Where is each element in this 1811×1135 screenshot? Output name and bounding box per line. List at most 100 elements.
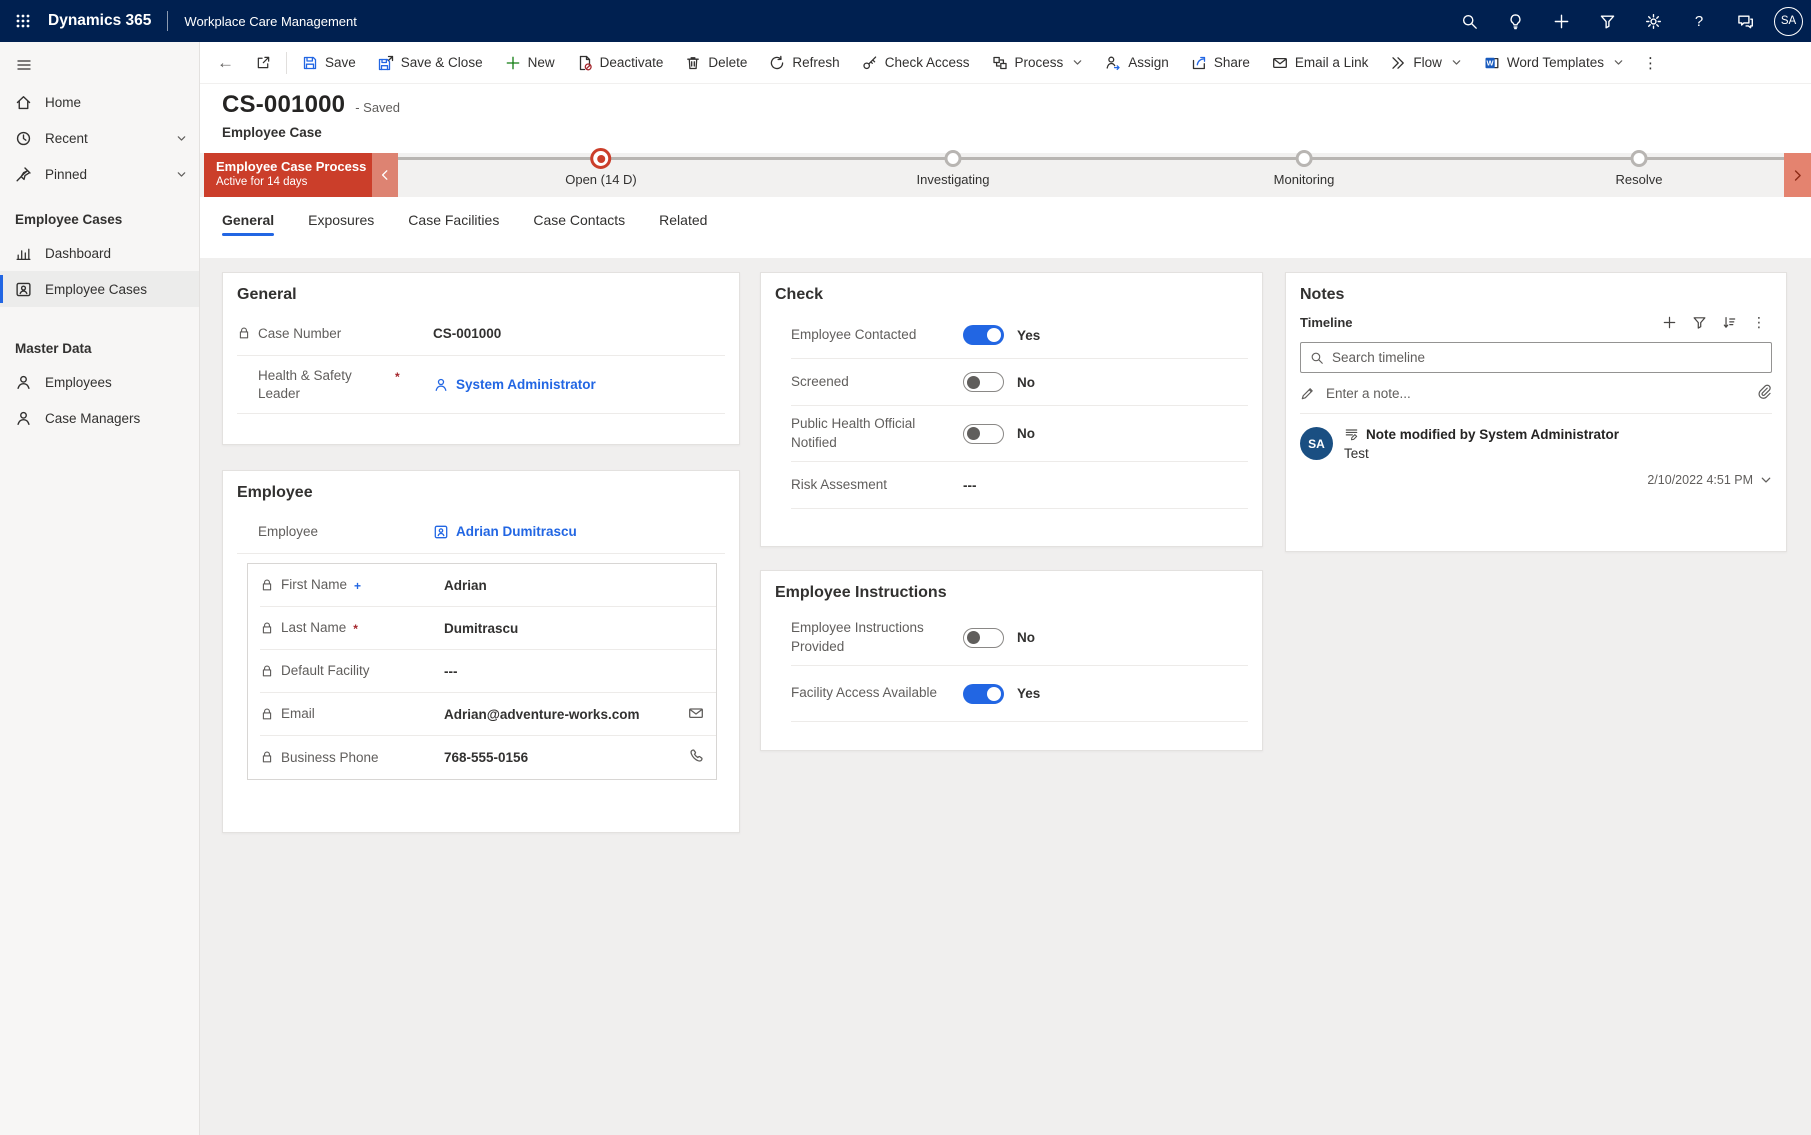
ellipsis-vertical-icon: ⋮ <box>1643 54 1658 72</box>
timeline-note-item[interactable]: SA Note modified by System Administrator… <box>1286 414 1786 487</box>
note-timestamp: 2/10/2022 4:51 PM <box>1647 473 1753 487</box>
back-button[interactable]: ← <box>206 46 245 80</box>
sidebar-item-case-managers[interactable]: Case Managers <box>0 400 199 436</box>
process-name: Employee Case Process <box>216 159 372 174</box>
instructions-provided-toggle[interactable] <box>963 628 1004 648</box>
timeline-add-button[interactable] <box>1656 310 1682 334</box>
app-launcher-button[interactable] <box>0 0 46 42</box>
business-process-flow: Employee Case Process Active for 14 days… <box>200 153 1811 197</box>
email-link-button[interactable]: Email a Link <box>1261 46 1380 80</box>
section-title: Notes <box>1286 273 1786 308</box>
arrow-left-icon: ← <box>217 54 234 71</box>
section-title: General <box>223 273 739 312</box>
call-phone-button[interactable] <box>688 748 704 767</box>
quick-create-button[interactable] <box>1538 0 1584 42</box>
note-body-text: Test <box>1344 446 1772 461</box>
topbar-divider <box>167 11 168 31</box>
employee-lookup[interactable]: Adrian Dumitrascu <box>433 524 577 540</box>
chevron-down-icon <box>1072 57 1083 68</box>
hs-leader-lookup[interactable]: System Administrator <box>433 377 596 393</box>
sidebar-item-employees[interactable]: Employees <box>0 364 199 400</box>
word-templates-button[interactable]: W Word Templates <box>1473 46 1635 80</box>
insights-button[interactable] <box>1492 0 1538 42</box>
stage-open[interactable]: Open (14 D) <box>565 148 637 187</box>
contact-card-icon <box>15 281 32 298</box>
section-title: Employee <box>223 471 739 510</box>
sitemap-toggle-button[interactable] <box>0 46 48 84</box>
app-name[interactable]: Workplace Care Management <box>184 14 356 29</box>
sidebar-item-recent[interactable]: Recent <box>0 120 199 156</box>
note-author-avatar: SA <box>1300 427 1333 460</box>
sidebar-item-dashboard[interactable]: Dashboard <box>0 235 199 271</box>
chevron-down-icon <box>176 133 187 144</box>
active-stage-flyout-button[interactable]: Employee Case Process Active for 14 days <box>204 153 398 197</box>
filter-button[interactable] <box>1584 0 1630 42</box>
process-scroll-right-button[interactable] <box>1784 153 1811 197</box>
stage-monitoring[interactable]: Monitoring <box>1274 150 1335 187</box>
tab-related[interactable]: Related <box>659 211 707 238</box>
settings-button[interactable] <box>1630 0 1676 42</box>
search-icon <box>1461 13 1478 30</box>
brand-title[interactable]: Dynamics 365 <box>48 12 151 30</box>
field-default-facility: Default Facility --- <box>260 650 716 693</box>
stage-investigating[interactable]: Investigating <box>917 150 990 187</box>
recommended-marker: + <box>354 579 361 595</box>
search-button[interactable] <box>1446 0 1492 42</box>
filter-icon <box>1692 315 1707 330</box>
note-entry[interactable]: Enter a note... <box>1300 373 1772 414</box>
field-employee-contacted: Employee Contacted Yes <box>791 312 1248 359</box>
account-avatar[interactable]: SA <box>1774 7 1803 36</box>
share-button[interactable]: Share <box>1180 46 1261 80</box>
feedback-button[interactable] <box>1722 0 1768 42</box>
attach-file-button[interactable] <box>1757 384 1772 402</box>
facility-access-toggle[interactable] <box>963 684 1004 704</box>
sidebar-item-pinned[interactable]: Pinned <box>0 156 199 192</box>
delete-button[interactable]: Delete <box>674 46 758 80</box>
new-button[interactable]: New <box>494 46 566 80</box>
sidebar-group-master-data: Master Data <box>0 321 199 364</box>
screened-toggle[interactable] <box>963 372 1004 392</box>
employee-contacted-toggle[interactable] <box>963 325 1004 345</box>
pho-notified-toggle[interactable] <box>963 424 1004 444</box>
word-doc-icon: W <box>1484 55 1500 71</box>
process-button[interactable]: Process <box>981 46 1095 80</box>
chevron-left-icon[interactable] <box>372 153 398 197</box>
refresh-button[interactable]: Refresh <box>758 46 850 80</box>
field-case-number: Case Number CS-001000 <box>237 312 725 356</box>
sidebar-item-employee-cases[interactable]: Employee Cases <box>0 271 199 307</box>
key-icon <box>862 55 878 71</box>
tab-exposures[interactable]: Exposures <box>308 211 374 238</box>
tab-case-facilities[interactable]: Case Facilities <box>408 211 499 238</box>
check-access-button[interactable]: Check Access <box>851 46 981 80</box>
send-email-button[interactable] <box>688 705 704 724</box>
field-employee: Employee Adrian Dumitrascu <box>237 510 725 554</box>
section-title: Employee Instructions <box>761 571 1262 610</box>
flow-button[interactable]: Flow <box>1379 46 1473 80</box>
sidebar-item-home[interactable]: Home <box>0 84 199 120</box>
timeline-more-button[interactable]: ⋮ <box>1746 310 1772 334</box>
lock-icon <box>260 621 274 635</box>
tab-general[interactable]: General <box>222 211 274 238</box>
record-header: CS-001000 - Saved Employee Case <box>200 84 1811 140</box>
help-button[interactable]: ? <box>1676 0 1722 42</box>
tab-case-contacts[interactable]: Case Contacts <box>533 211 625 238</box>
save-button[interactable]: Save <box>291 46 367 80</box>
assign-button[interactable]: Assign <box>1094 46 1180 80</box>
field-email: Email Adrian@adventure-works.com <box>260 693 716 736</box>
stage-dot <box>945 150 962 167</box>
hamburger-icon <box>16 57 32 73</box>
note-title-text: Note modified by System Administrator <box>1366 427 1619 442</box>
overflow-menu-button[interactable]: ⋮ <box>1635 46 1666 80</box>
site-map-sidebar: Home Recent Pinned Employee Cases <box>0 42 200 1135</box>
timeline-sort-button[interactable] <box>1716 310 1742 334</box>
case-number-value[interactable]: CS-001000 <box>433 326 501 341</box>
save-and-close-button[interactable]: Save & Close <box>367 46 494 80</box>
timeline-filter-button[interactable] <box>1686 310 1712 334</box>
timeline-header: Timeline ⋮ <box>1286 308 1786 342</box>
deactivate-button[interactable]: Deactivate <box>566 46 675 80</box>
stage-resolve[interactable]: Resolve <box>1616 150 1663 187</box>
open-in-new-window-button[interactable] <box>245 46 282 80</box>
risk-assesment-value[interactable]: --- <box>963 478 977 493</box>
note-expand-button[interactable] <box>1760 474 1772 486</box>
search-timeline-input[interactable] <box>1332 350 1762 365</box>
